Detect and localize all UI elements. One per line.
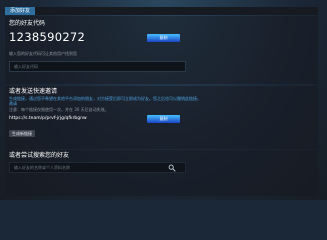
quick-invite-panel: 或者发送快速邀请 生成链接，通过您不希望在其他平台添加的朋友，对方接受后即可立即… <box>5 86 318 149</box>
friend-code-panel: 您的好友代码 1238590272 复制 输入您的好友代码可让其他用户找到您 输… <box>5 16 318 84</box>
quick-invite-expiry-note: 注意：每个链接仅限使用一次，并在 30 天后自动失效。 <box>9 107 109 112</box>
friend-code-input[interactable]: 输入好友代码 <box>9 61 186 72</box>
friend-code-hint: 输入您的好友代码可让其他用户找到您 <box>9 51 77 56</box>
copy-link-button[interactable]: 复制 <box>147 115 180 123</box>
search-friends-panel: 或者尝试搜索您的好友 输入好友的名称或个人资料名称 <box>5 150 318 196</box>
quick-invite-title: 或者发送快速邀请 <box>9 88 58 95</box>
copy-code-button[interactable]: 复制 <box>147 34 180 42</box>
tab-add-friend[interactable]: 添加好友 <box>5 7 36 15</box>
invite-link-text[interactable]: https://s.team/p/prvf-jrjg/qfkrbgnw <box>9 116 87 122</box>
friend-code-value: 1238590272 <box>9 30 86 44</box>
friend-code-title: 您的好友代码 <box>9 20 46 27</box>
search-friends-title: 或者尝试搜索您的好友 <box>9 152 70 159</box>
search-icon[interactable] <box>168 164 176 172</box>
quick-invite-description: 生成链接，通过您不希望在其他平台添加的朋友，对方接受后即可立即成为好友。您之后也… <box>9 96 201 101</box>
tab-bar: 添加好友 <box>5 7 318 15</box>
search-friends-input[interactable]: 输入好友的名称或个人资料名称 <box>9 162 186 173</box>
quick-invite-description-cont: 邀请 <box>9 101 17 106</box>
generate-new-link-button[interactable]: 生成新链接 <box>9 130 35 137</box>
